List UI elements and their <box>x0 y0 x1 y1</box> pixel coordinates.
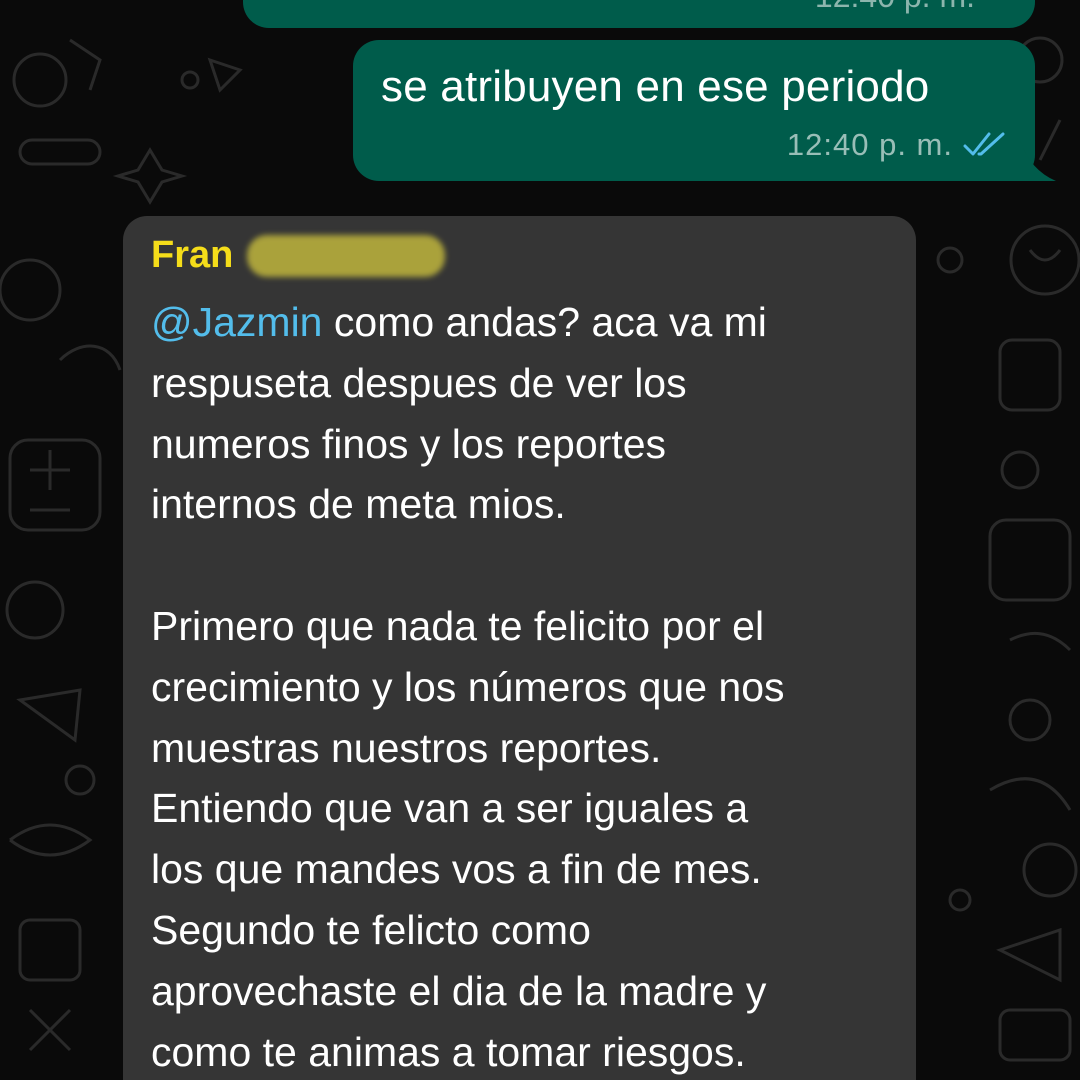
previous-outgoing-message[interactable]: 12:40 p. m. <box>243 0 1035 28</box>
incoming-message-bubble[interactable]: Fran @Jazmin como andas? aca va mi respu… <box>123 216 916 1080</box>
message-line: los que mandes vos a fin de mes. <box>151 846 762 893</box>
message-time: 12:40 p. m. <box>786 127 953 162</box>
message-line: aprovechaste el dia de la madre y <box>151 967 767 1014</box>
message-line: como te animas a tomar riesgos. <box>151 1028 746 1075</box>
outgoing-bubble-tail <box>1000 140 1056 181</box>
previous-message-time: 12:40 p. m. <box>815 0 975 15</box>
redacted-sender-info <box>247 234 446 277</box>
message-line: muestras nuestros reportes. <box>151 724 662 771</box>
sender-header: Fran <box>151 234 446 277</box>
message-line: internos de meta mios. <box>151 481 566 528</box>
message-line: numeros finos y los reportes <box>151 420 667 467</box>
message-line: Entiendo que van a ser iguales a <box>151 785 749 832</box>
mention-link[interactable]: @Jazmin <box>151 299 323 345</box>
incoming-message-text: @Jazmin como andas? aca va mi respuseta … <box>151 292 896 1080</box>
message-line: Segundo te felicto como <box>151 906 591 953</box>
message-line: Primero que nada te felicito por el <box>151 602 765 649</box>
chat-background: 12:40 p. m. se atribuyen en ese periodo … <box>0 0 1080 1080</box>
sender-name[interactable]: Fran <box>151 234 233 277</box>
message-line: respuseta despues de ver los <box>151 359 687 406</box>
paragraph-break <box>151 535 896 596</box>
message-line: @Jazmin como andas? aca va mi <box>151 299 767 345</box>
message-meta: 12:40 p. m. <box>787 127 1007 163</box>
outgoing-message-bubble[interactable]: se atribuyen en ese periodo 12:40 p. m. <box>353 40 1035 181</box>
message-line: crecimiento y los números que nos <box>151 663 785 710</box>
outgoing-message-text: se atribuyen en ese periodo <box>381 62 930 111</box>
